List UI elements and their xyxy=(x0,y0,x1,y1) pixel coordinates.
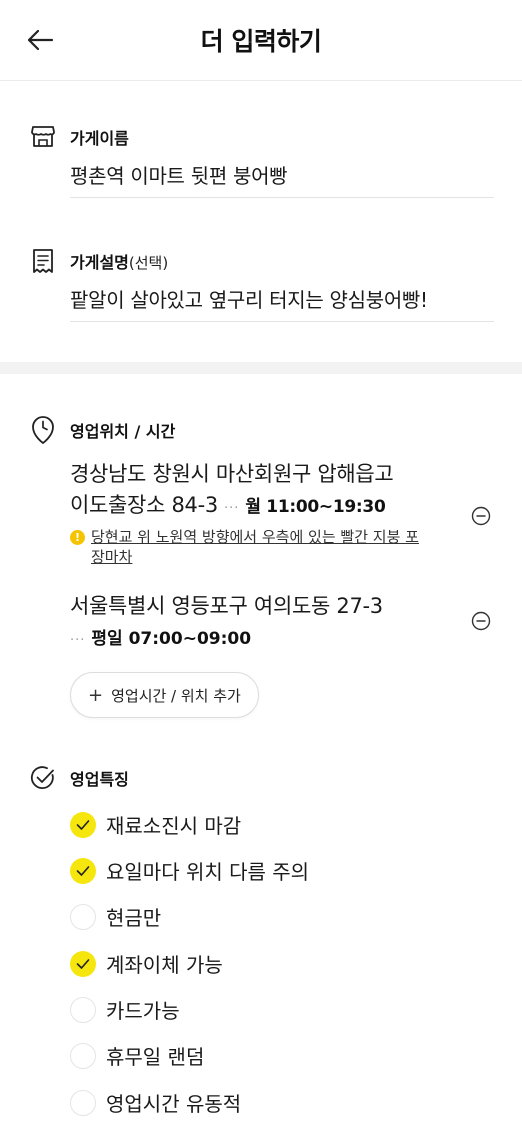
check-icon xyxy=(76,865,90,876)
feature-label: 현금만 xyxy=(106,906,162,930)
location-note-text: 당현교 위 노원역 방향에서 우측에 있는 빨간 지붕 포장마차 xyxy=(91,528,419,566)
page-title: 더 입력하기 xyxy=(200,27,322,56)
clock-icon xyxy=(30,416,56,444)
receipt-icon xyxy=(30,248,56,274)
feature-label: 카드가능 xyxy=(106,999,180,1023)
features-label-row: 영업특징 xyxy=(30,765,129,791)
checkbox[interactable] xyxy=(70,857,96,884)
store-desc-label: 가게설명 xyxy=(70,253,129,272)
location-address-line1: 경상남도 창원시 마산회원구 압해읍고 xyxy=(70,462,394,486)
add-button-label: 영업시간 / 위치 추가 xyxy=(111,686,241,705)
check-circle-icon xyxy=(30,765,56,791)
checkbox[interactable] xyxy=(70,1042,96,1069)
store-desc-label-row: 가게설명(선택) xyxy=(30,248,168,274)
location-address-line1: 서울특별시 영등포구 여의도동 27-3 xyxy=(70,594,383,618)
checkbox[interactable] xyxy=(70,950,96,977)
minus-circle-icon xyxy=(471,611,491,631)
exclamation-icon: ! xyxy=(70,530,85,545)
feature-option[interactable]: 현금만 xyxy=(70,902,161,931)
store-desc-field[interactable]: 팥알이 살아있고 옆구리 터지는 양심붕어빵! xyxy=(70,284,494,322)
minus-circle-icon xyxy=(471,506,491,526)
feature-option[interactable]: 재료소진시 마감 xyxy=(70,810,241,839)
checkbox[interactable] xyxy=(70,811,96,838)
feature-option[interactable]: 카드가능 xyxy=(70,995,180,1024)
app-header: 더 입력하기 xyxy=(0,0,522,81)
location-item-2[interactable]: 서울특별시 영등포구 여의도동 27-3 ··· 평일 07:00~09:00 xyxy=(70,591,470,649)
plus-icon: + xyxy=(88,684,104,706)
location-time: 월 11:00~19:30 xyxy=(245,497,386,517)
feature-label: 영업시간 유동적 xyxy=(106,1092,242,1116)
optional-tag: (선택) xyxy=(128,254,169,272)
feature-option[interactable]: 영업시간 유동적 xyxy=(70,1088,241,1117)
store-name-label: 가게이름 xyxy=(70,129,129,148)
location-note: ! 당현교 위 노원역 방향에서 우측에 있는 빨간 지붕 포장마차 xyxy=(70,527,470,567)
check-icon xyxy=(76,958,90,969)
feature-label: 계좌이체 가능 xyxy=(106,953,223,977)
location-time: 평일 07:00~09:00 xyxy=(91,629,252,649)
hours-label-row: 영업위치 / 시간 xyxy=(30,416,176,444)
hours-label: 영업위치 / 시간 xyxy=(70,422,176,441)
checkbox[interactable] xyxy=(70,1089,96,1116)
location-item-1[interactable]: 경상남도 창원시 마산회원구 압해읍고 이도출장소 84-3 ··· 월 11:00… xyxy=(70,459,470,567)
section-divider xyxy=(0,362,522,374)
feature-option[interactable]: 요일마다 위치 다름 주의 xyxy=(70,856,309,885)
location-address-line2: 이도출장소 84-3 xyxy=(70,493,218,517)
add-hours-location-button[interactable]: + 영업시간 / 위치 추가 xyxy=(70,672,259,718)
feature-option[interactable]: 계좌이체 가능 xyxy=(70,949,223,978)
feature-label: 휴무일 랜덤 xyxy=(106,1045,205,1069)
store-name-label-row: 가게이름 xyxy=(30,124,129,150)
feature-label: 요일마다 위치 다름 주의 xyxy=(106,860,310,884)
features-label: 영업특징 xyxy=(70,770,129,789)
feature-label: 재료소진시 마감 xyxy=(106,814,242,838)
separator-dots: ··· xyxy=(70,633,86,648)
separator-dots: ··· xyxy=(223,501,240,516)
remove-location-1-button[interactable] xyxy=(470,505,492,527)
check-icon xyxy=(76,819,90,830)
store-name-field[interactable]: 평촌역 이마트 뒷편 붕어빵 xyxy=(70,160,494,198)
store-awning-icon xyxy=(30,124,56,150)
remove-location-2-button[interactable] xyxy=(470,610,492,632)
checkbox[interactable] xyxy=(70,996,96,1023)
feature-option[interactable]: 휴무일 랜덤 xyxy=(70,1041,204,1070)
checkbox[interactable] xyxy=(70,903,96,930)
